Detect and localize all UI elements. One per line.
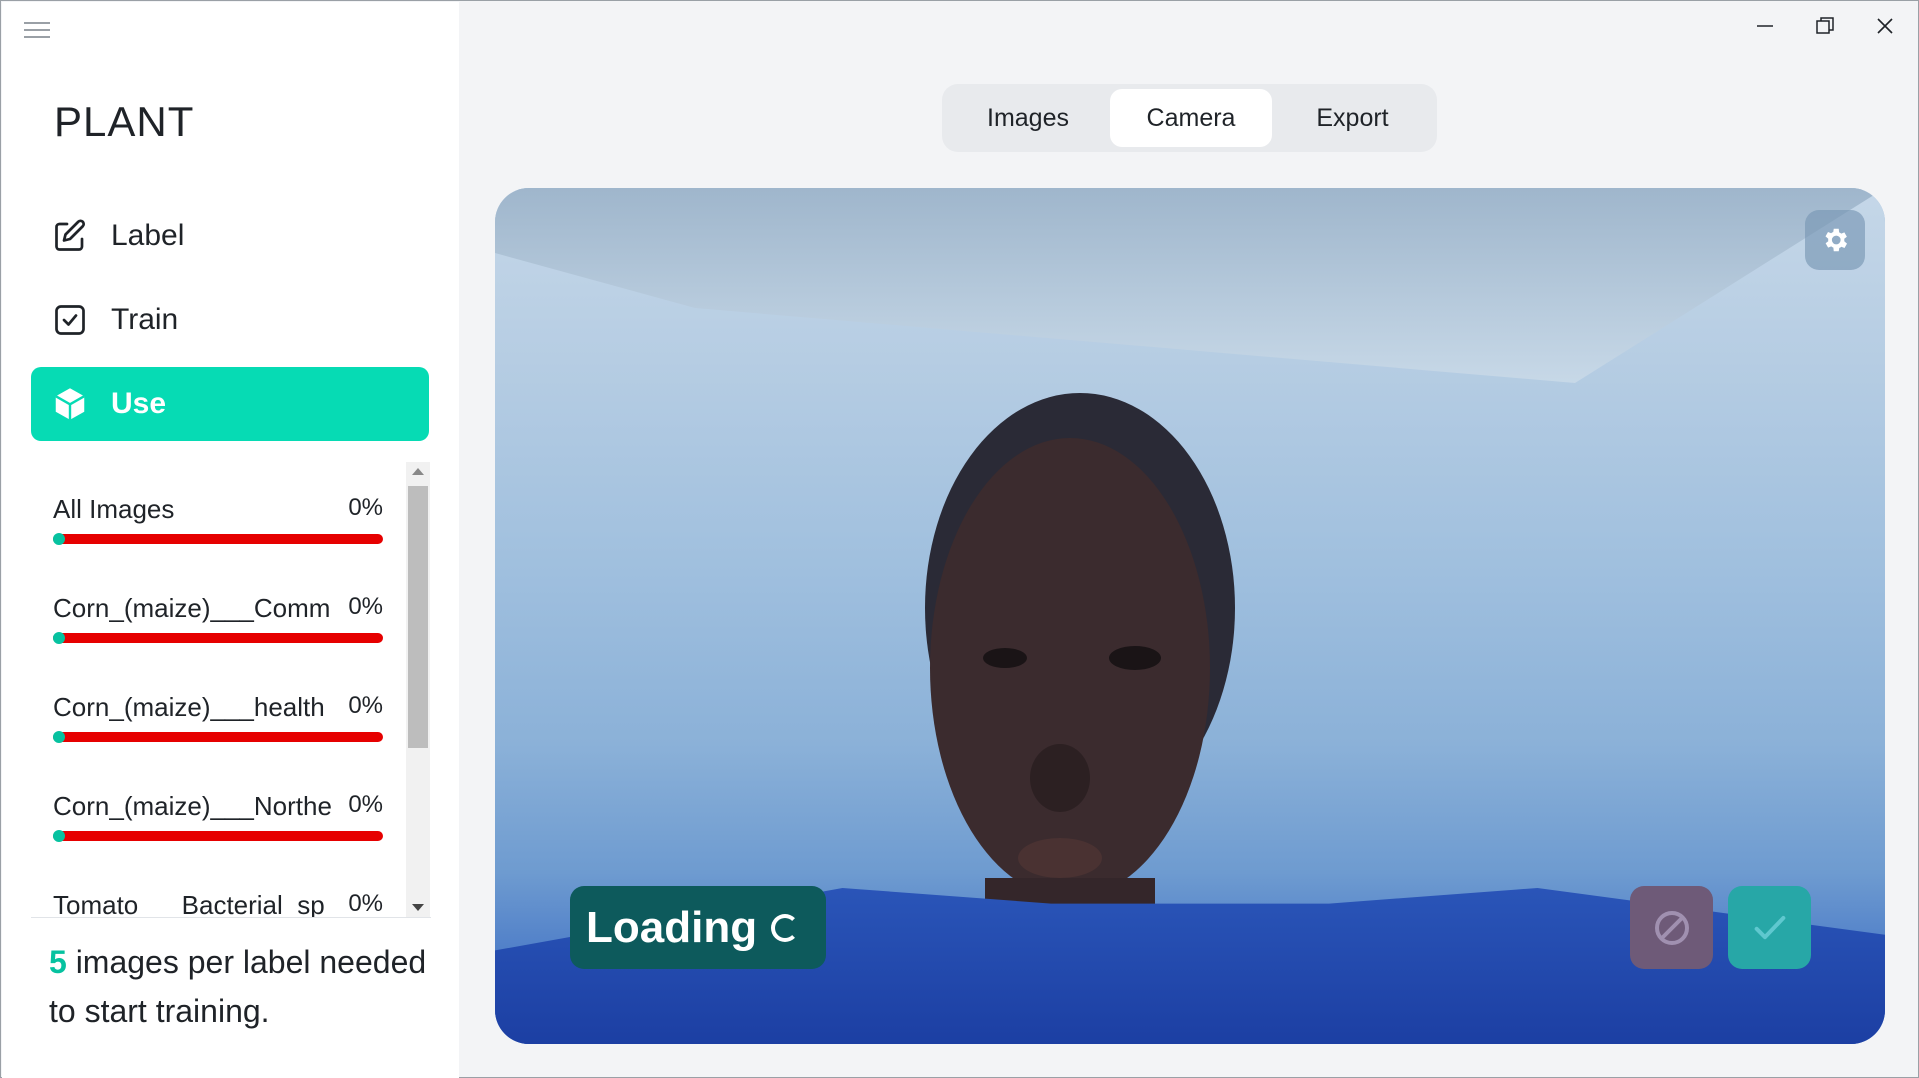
edit-icon (51, 217, 89, 255)
close-button[interactable] (1863, 9, 1907, 43)
nav-label: Use (111, 387, 167, 420)
label-row[interactable]: Corn_(maize)___Northe 0% (53, 791, 383, 851)
progress-fill (53, 533, 65, 545)
label-row[interactable]: Corn_(maize)___Comm 0% (53, 593, 383, 653)
label-row[interactable]: All Images 0% (53, 494, 383, 554)
sidebar: PLANT Label Train Use All Images 0% Corn… (2, 2, 459, 1078)
progress-bar (53, 731, 383, 743)
nav-label: Train (111, 303, 179, 336)
label-row[interactable]: Tomato___Bacterial_sp 0% (53, 890, 383, 917)
gear-icon (1825, 228, 1847, 252)
scroll-thumb[interactable] (408, 486, 428, 748)
label-percent: 0% (348, 791, 383, 818)
camera-settings-button[interactable] (1805, 210, 1865, 270)
restore-icon (1816, 17, 1834, 34)
progress-fill (53, 632, 65, 644)
minimize-button[interactable] (1743, 9, 1787, 43)
progress-bar (53, 830, 383, 842)
app-window: PLANT Label Train Use All Images 0% Corn… (0, 0, 1919, 1078)
menu-icon[interactable] (24, 20, 50, 40)
block-icon (1654, 910, 1689, 945)
confirm-button[interactable] (1728, 886, 1811, 969)
tab-export[interactable]: Export (1274, 89, 1431, 147)
label-percent: 0% (348, 692, 383, 719)
nav-item-label[interactable]: Label (31, 199, 429, 273)
nav-label: Label (111, 219, 185, 252)
app-title: PLANT (54, 98, 195, 145)
scroll-down-icon[interactable] (412, 904, 424, 911)
label-row[interactable]: Corn_(maize)___health 0% (53, 692, 383, 752)
close-icon (1877, 18, 1893, 34)
training-hint: 5 images per label needed to start train… (49, 938, 429, 1036)
tab-images[interactable]: Images (948, 89, 1108, 147)
progress-bar (53, 632, 383, 644)
label-list-scrollbar[interactable] (406, 462, 430, 917)
label-percent: 0% (348, 593, 383, 620)
label-progress-list: All Images 0% Corn_(maize)___Comm 0% Cor… (31, 462, 431, 917)
camera-preview: Loading (495, 188, 1885, 1044)
progress-fill (53, 731, 65, 743)
hint-count: 5 (49, 944, 67, 980)
hint-text: images per label needed to start trainin… (49, 944, 427, 1029)
spinner-icon (771, 913, 800, 942)
cube-icon (51, 385, 89, 423)
loading-text: Loading (586, 902, 758, 952)
divider (31, 917, 431, 918)
minimize-icon (1757, 25, 1773, 27)
view-tabs: Images Camera Export (942, 84, 1437, 152)
progress-bar (53, 533, 383, 545)
label-name: All Images (53, 494, 175, 524)
progress-fill (53, 830, 65, 842)
label-name: Corn_(maize)___Northe (53, 791, 332, 821)
cancel-button[interactable] (1630, 886, 1713, 969)
tab-camera[interactable]: Camera (1110, 89, 1272, 147)
nav-item-use[interactable]: Use (31, 367, 429, 441)
label-percent: 0% (348, 890, 383, 917)
label-name: Tomato___Bacterial_sp (53, 890, 325, 917)
nav-item-train[interactable]: Train (31, 283, 429, 357)
restore-button[interactable] (1803, 9, 1847, 43)
loading-indicator: Loading (570, 886, 826, 969)
label-percent: 0% (348, 494, 383, 521)
check-icon (1754, 915, 1785, 939)
checkbox-icon (51, 301, 89, 339)
label-name: Corn_(maize)___health (53, 692, 325, 722)
label-name: Corn_(maize)___Comm (53, 593, 331, 623)
scroll-up-icon[interactable] (412, 468, 424, 475)
